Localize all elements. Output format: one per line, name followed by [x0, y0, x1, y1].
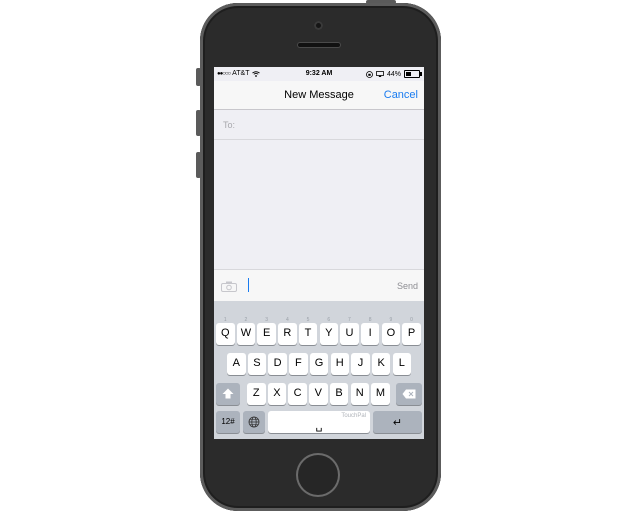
key-e[interactable]: 3E	[257, 317, 276, 345]
cancel-button[interactable]: Cancel	[384, 89, 418, 101]
earpiece-speaker	[298, 43, 340, 47]
key-o[interactable]: 9O	[381, 317, 401, 345]
key-label: J	[357, 357, 364, 369]
recipient-row: To:	[214, 110, 424, 140]
recipient-input[interactable]	[240, 116, 422, 134]
key-label: N	[355, 387, 364, 399]
key-label: B	[335, 387, 343, 399]
key-label: W	[240, 327, 252, 339]
space-key[interactable]: TouchPal ␣	[268, 411, 370, 433]
key-w[interactable]: 2W	[236, 317, 256, 345]
front-camera	[314, 21, 323, 30]
key-u[interactable]: 7U	[340, 317, 359, 345]
key-number-hint: 8	[368, 317, 372, 323]
shift-key[interactable]	[216, 383, 240, 405]
key-label: E	[262, 327, 271, 339]
key-number-hint: 9	[389, 317, 393, 323]
key-k[interactable]: K	[371, 353, 391, 375]
key-l[interactable]: L	[392, 353, 412, 375]
key-z[interactable]: Z	[247, 383, 266, 405]
numbers-key[interactable]: 12#	[216, 411, 240, 433]
status-bar: ●●○○○ AT&T 9:32 AM 44%	[214, 67, 424, 81]
key-number-hint: 2	[244, 317, 248, 323]
key-label: X	[273, 387, 281, 399]
key-number-hint: 5	[306, 317, 310, 323]
key-c[interactable]: C	[288, 383, 307, 405]
text-cursor	[248, 278, 249, 292]
camera-icon[interactable]	[221, 281, 237, 292]
home-button[interactable]	[298, 455, 338, 495]
navigation-bar: New Message Cancel	[214, 81, 424, 110]
key-r[interactable]: 4R	[278, 317, 297, 345]
key-label: K	[377, 357, 385, 369]
key-d[interactable]: D	[268, 353, 287, 375]
key-n[interactable]: N	[350, 383, 369, 405]
key-number-hint: 3	[265, 317, 269, 323]
key-label: T	[304, 327, 312, 339]
key-number-hint: 4	[285, 317, 289, 323]
key-label: L	[398, 357, 405, 369]
message-input[interactable]	[248, 277, 388, 293]
key-number-hint: 6	[327, 317, 331, 323]
key-label: I	[368, 327, 372, 339]
key-label: U	[345, 327, 354, 339]
screen: ●●○○○ AT&T 9:32 AM 44% New Message Cance…	[214, 67, 424, 439]
globe-icon	[248, 416, 260, 428]
key-b[interactable]: B	[329, 383, 349, 405]
key-label: O	[386, 327, 396, 339]
key-label: S	[253, 357, 261, 369]
key-f[interactable]: F	[289, 353, 308, 375]
key-x[interactable]: X	[267, 383, 287, 405]
key-m[interactable]: M	[371, 383, 390, 405]
key-number-hint: 1	[223, 317, 227, 323]
send-button[interactable]: Send	[397, 281, 418, 291]
key-p[interactable]: 0P	[402, 317, 421, 345]
language-key[interactable]	[243, 411, 265, 433]
keyboard: 12# TouchPal ␣ ↵ 1 Q 2 W 3 E 4 R 5 T 6 Y…	[214, 301, 424, 439]
backspace-key[interactable]	[396, 383, 422, 405]
compose-bar: Send	[214, 269, 424, 302]
key-label: V	[314, 387, 323, 399]
battery-fill	[406, 72, 412, 76]
key-label: P	[407, 327, 416, 339]
return-key[interactable]: ↵	[373, 411, 422, 433]
numbers-key-label: 12#	[221, 417, 235, 426]
shift-icon	[222, 388, 234, 399]
key-j[interactable]: J	[351, 353, 370, 375]
key-t[interactable]: 5T	[298, 317, 318, 345]
key-label: G	[314, 357, 324, 369]
key-label: A	[232, 357, 240, 369]
airplay-icon	[376, 71, 384, 77]
key-h[interactable]: H	[330, 353, 349, 375]
key-label: Z	[252, 387, 260, 399]
battery-percent: 44%	[386, 70, 401, 78]
key-label: C	[293, 387, 302, 399]
key-label: H	[335, 357, 344, 369]
backspace-icon	[402, 389, 416, 399]
key-y[interactable]: 6Y	[319, 317, 338, 345]
space-key-label: ␣	[315, 420, 323, 432]
key-label: F	[294, 357, 302, 369]
key-number-hint: 0	[410, 317, 413, 323]
key-a[interactable]: A	[227, 353, 246, 375]
key-q[interactable]: 1Q	[216, 317, 235, 345]
orientation-lock-icon	[366, 70, 373, 78]
key-number-hint: 7	[348, 317, 351, 323]
battery-icon	[404, 70, 422, 78]
key-i[interactable]: 8I	[360, 317, 380, 345]
key-label: R	[283, 327, 292, 339]
key-g[interactable]: G	[309, 353, 329, 375]
key-label: Y	[325, 327, 333, 339]
key-v[interactable]: V	[309, 383, 328, 405]
to-label: To:	[223, 120, 236, 130]
key-s[interactable]: S	[247, 353, 267, 375]
key-label: Q	[220, 327, 230, 339]
return-key-label: ↵	[392, 417, 403, 429]
key-label: D	[273, 357, 282, 369]
key-label: M	[375, 387, 386, 399]
